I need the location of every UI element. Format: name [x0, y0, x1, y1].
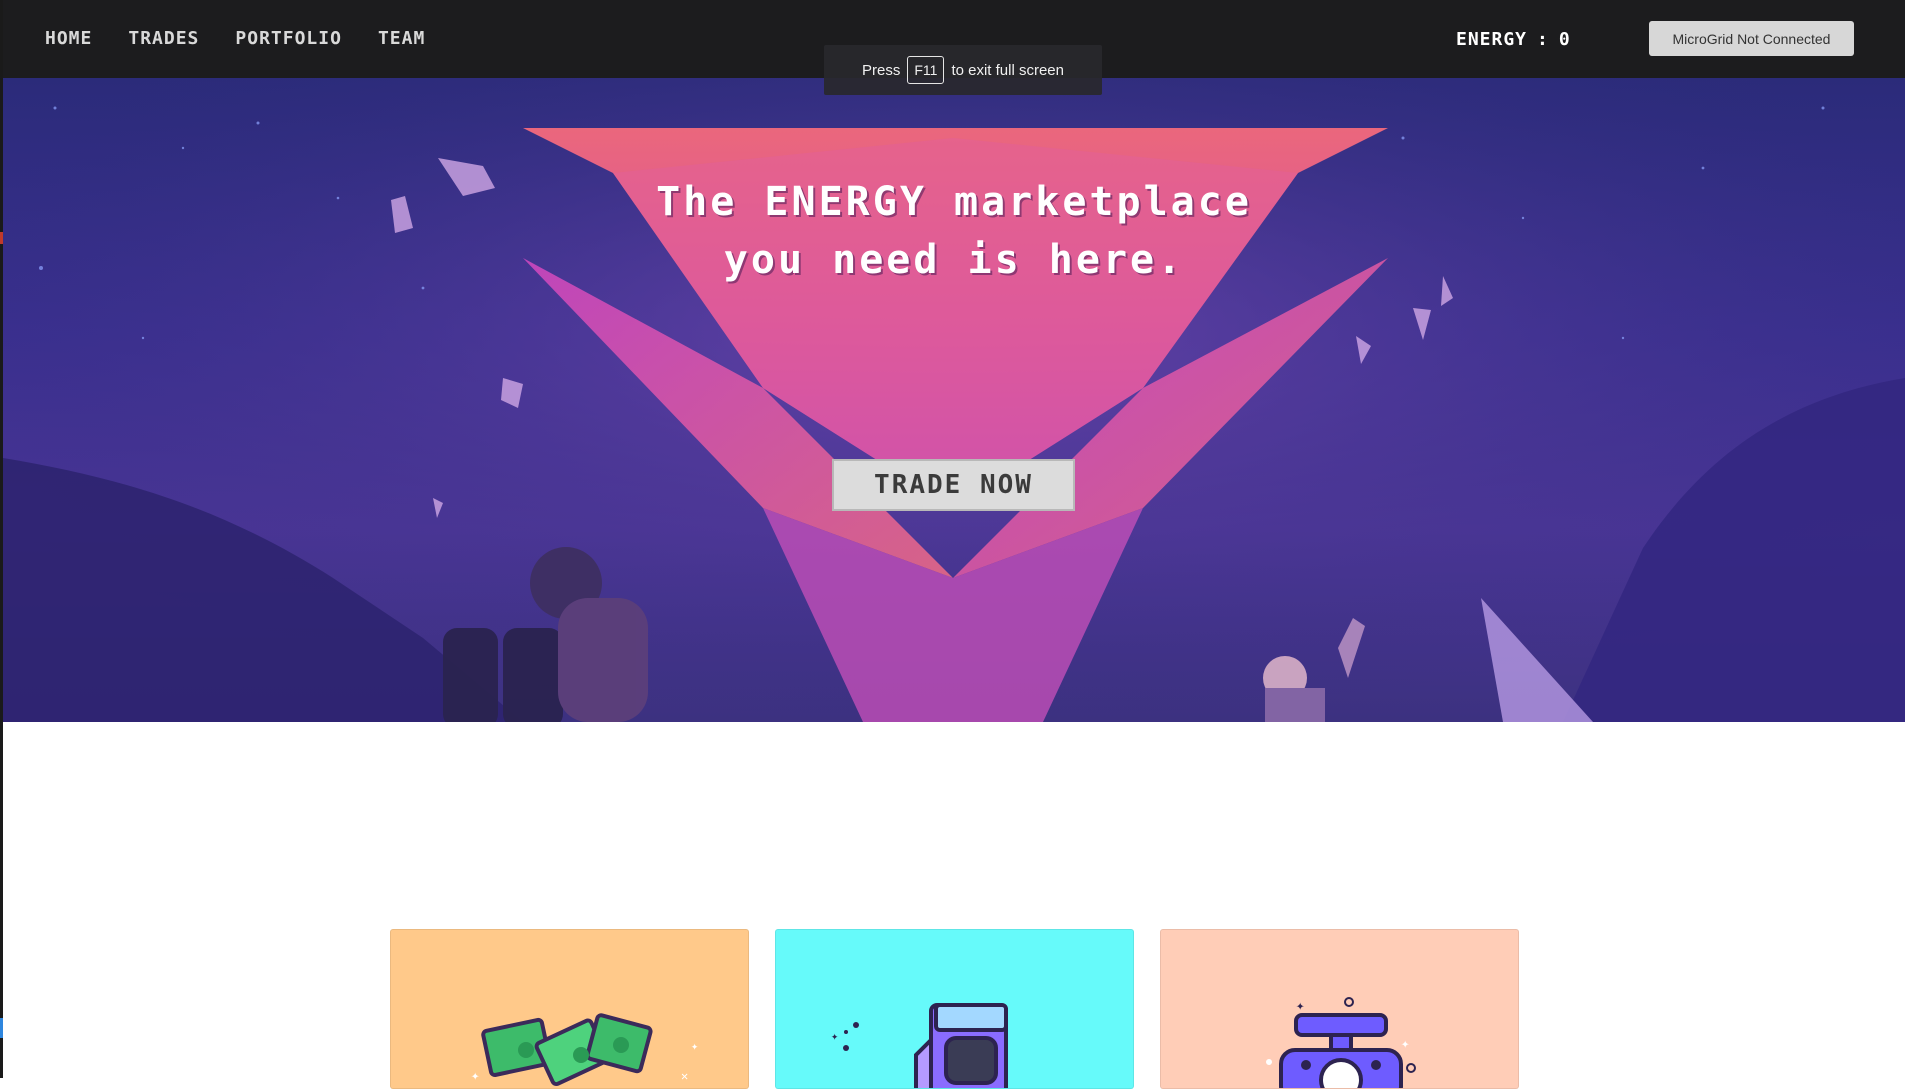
hero-title-line-2: you need is here.: [723, 237, 1185, 283]
svg-text:✕: ✕: [681, 1069, 688, 1083]
svg-text:✦: ✦: [831, 1029, 838, 1043]
fullscreen-toast: Press F11 to exit full screen: [824, 45, 1102, 95]
energy-balance: ENERGY:0: [1456, 29, 1571, 50]
microgrid-connect-button[interactable]: MicroGrid Not Connected: [1649, 21, 1854, 56]
feature-card-money[interactable]: ✦ ✦ ✕: [390, 929, 749, 1089]
feature-cards: ✦ ✦ ✕ ✦ ✦ ✦: [390, 929, 1520, 1089]
svg-text:✦: ✦: [691, 1039, 698, 1053]
trade-now-button[interactable]: TRADE NOW: [832, 459, 1075, 511]
feature-card-scale[interactable]: ✦ ✦: [1160, 929, 1519, 1089]
toast-suffix-text: to exit full screen: [951, 61, 1064, 79]
energy-value: 0: [1558, 29, 1571, 50]
weighing-scale-icon: ✦ ✦: [1266, 997, 1416, 1088]
svg-text:✦: ✦: [1401, 1036, 1410, 1052]
toast-press-text: Press: [862, 61, 901, 79]
feature-card-arcade[interactable]: ✦: [775, 929, 1134, 1089]
energy-label: ENERGY: [1456, 29, 1528, 50]
svg-text:✦: ✦: [1296, 998, 1305, 1014]
hero-title-line-1: The ENERGY marketplace: [656, 179, 1252, 225]
toast-f11-key: F11: [907, 56, 945, 84]
edge-marker-red: [0, 232, 3, 244]
edge-marker-blue: [0, 1018, 3, 1038]
hero-title: The ENERGY marketplace you need is here.: [3, 173, 1905, 289]
hero-banner: The ENERGY marketplace you need is here.…: [3, 78, 1905, 722]
nav-links: HOME TRADES PORTFOLIO TEAM: [45, 28, 461, 49]
money-stack-icon: ✦ ✦ ✕: [471, 1013, 698, 1087]
window-left-edge: [0, 0, 3, 1078]
arcade-machine-icon: ✦: [831, 1003, 1008, 1088]
nav-home-link[interactable]: HOME: [45, 28, 92, 49]
nav-trades-link[interactable]: TRADES: [128, 28, 199, 49]
energy-separator: :: [1537, 29, 1549, 50]
nav-team-link[interactable]: TEAM: [378, 28, 425, 49]
nav-portfolio-link[interactable]: PORTFOLIO: [235, 28, 342, 49]
svg-text:✦: ✦: [471, 1068, 480, 1084]
